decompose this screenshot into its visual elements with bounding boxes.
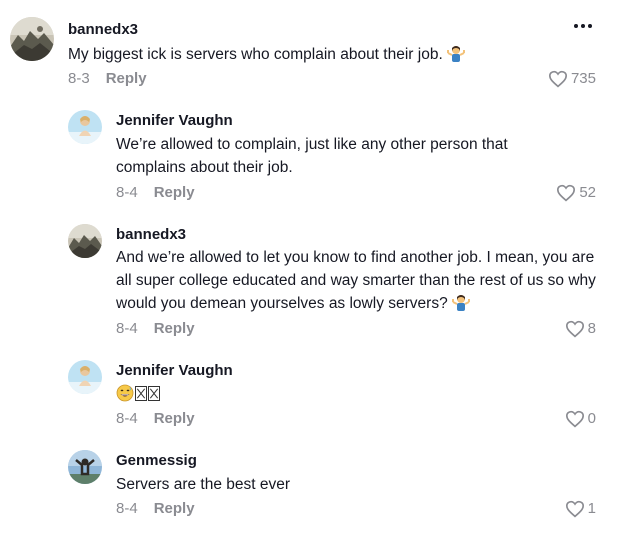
missing-glyph-icon: [135, 386, 147, 401]
woman-shrugging-emoji-icon: [451, 293, 470, 318]
comment-username[interactable]: Jennifer Vaughn: [116, 112, 233, 130]
comment-text: My biggest ick is servers who complain a…: [68, 43, 538, 69]
like-button[interactable]: 1: [565, 500, 596, 518]
comment-meta: 8-4 Reply: [116, 410, 195, 428]
comment-date: 8-4: [116, 320, 138, 337]
comment-text: [116, 383, 316, 409]
heart-icon: [548, 70, 571, 88]
reply-button[interactable]: Reply: [154, 410, 195, 427]
comment-username[interactable]: bannedx3: [116, 226, 186, 244]
comment-date: 8-4: [116, 500, 138, 517]
avatar[interactable]: [68, 360, 102, 394]
reply-button[interactable]: Reply: [154, 184, 195, 201]
like-button[interactable]: 735: [548, 70, 596, 88]
comment-meta: 8-4 Reply: [116, 184, 195, 202]
comment-meta: 8-3 Reply: [68, 70, 147, 88]
reply-button[interactable]: Reply: [154, 500, 195, 517]
comment-meta: 8-4 Reply: [116, 320, 195, 338]
like-count: 1: [587, 500, 596, 517]
comment-date: 8-4: [116, 410, 138, 427]
like-count: 0: [587, 410, 596, 427]
comment-text: And we’re allowed to let you know to fin…: [116, 246, 596, 318]
comment-username[interactable]: Genmessig: [116, 452, 197, 470]
avatar[interactable]: [68, 110, 102, 144]
avatar[interactable]: [68, 450, 102, 484]
comment-text-body: And we’re allowed to let you know to fin…: [116, 249, 596, 312]
like-button[interactable]: 8: [565, 320, 596, 338]
avatar[interactable]: [68, 224, 102, 258]
heart-icon: [565, 410, 588, 428]
grinning-sweat-face-emoji-icon: [116, 384, 134, 409]
like-count: 52: [579, 184, 596, 201]
comment-date: 8-4: [116, 184, 138, 201]
like-count: 8: [587, 320, 596, 337]
comment-text: Servers are the best ever: [116, 476, 291, 493]
like-count: 735: [570, 70, 596, 87]
reply-button[interactable]: Reply: [154, 320, 195, 337]
missing-glyph-icon: [148, 386, 160, 401]
like-button[interactable]: 52: [556, 184, 596, 202]
avatar[interactable]: [10, 17, 54, 61]
comment-text: We’re allowed to complain, just like any…: [116, 136, 508, 176]
heart-icon: [556, 184, 579, 202]
comment-text-body: My biggest ick is servers who complain a…: [68, 46, 443, 63]
comment-username[interactable]: bannedx3: [68, 21, 138, 39]
more-options-icon[interactable]: [574, 24, 592, 28]
woman-shrugging-emoji-icon: [446, 44, 465, 69]
comment-date: 8-3: [68, 70, 90, 87]
comment-meta: 8-4 Reply: [116, 500, 195, 518]
reply-button[interactable]: Reply: [106, 70, 147, 87]
like-button[interactable]: 0: [565, 410, 596, 428]
heart-icon: [565, 500, 588, 518]
comment-username[interactable]: Jennifer Vaughn: [116, 362, 233, 380]
heart-icon: [565, 320, 588, 338]
